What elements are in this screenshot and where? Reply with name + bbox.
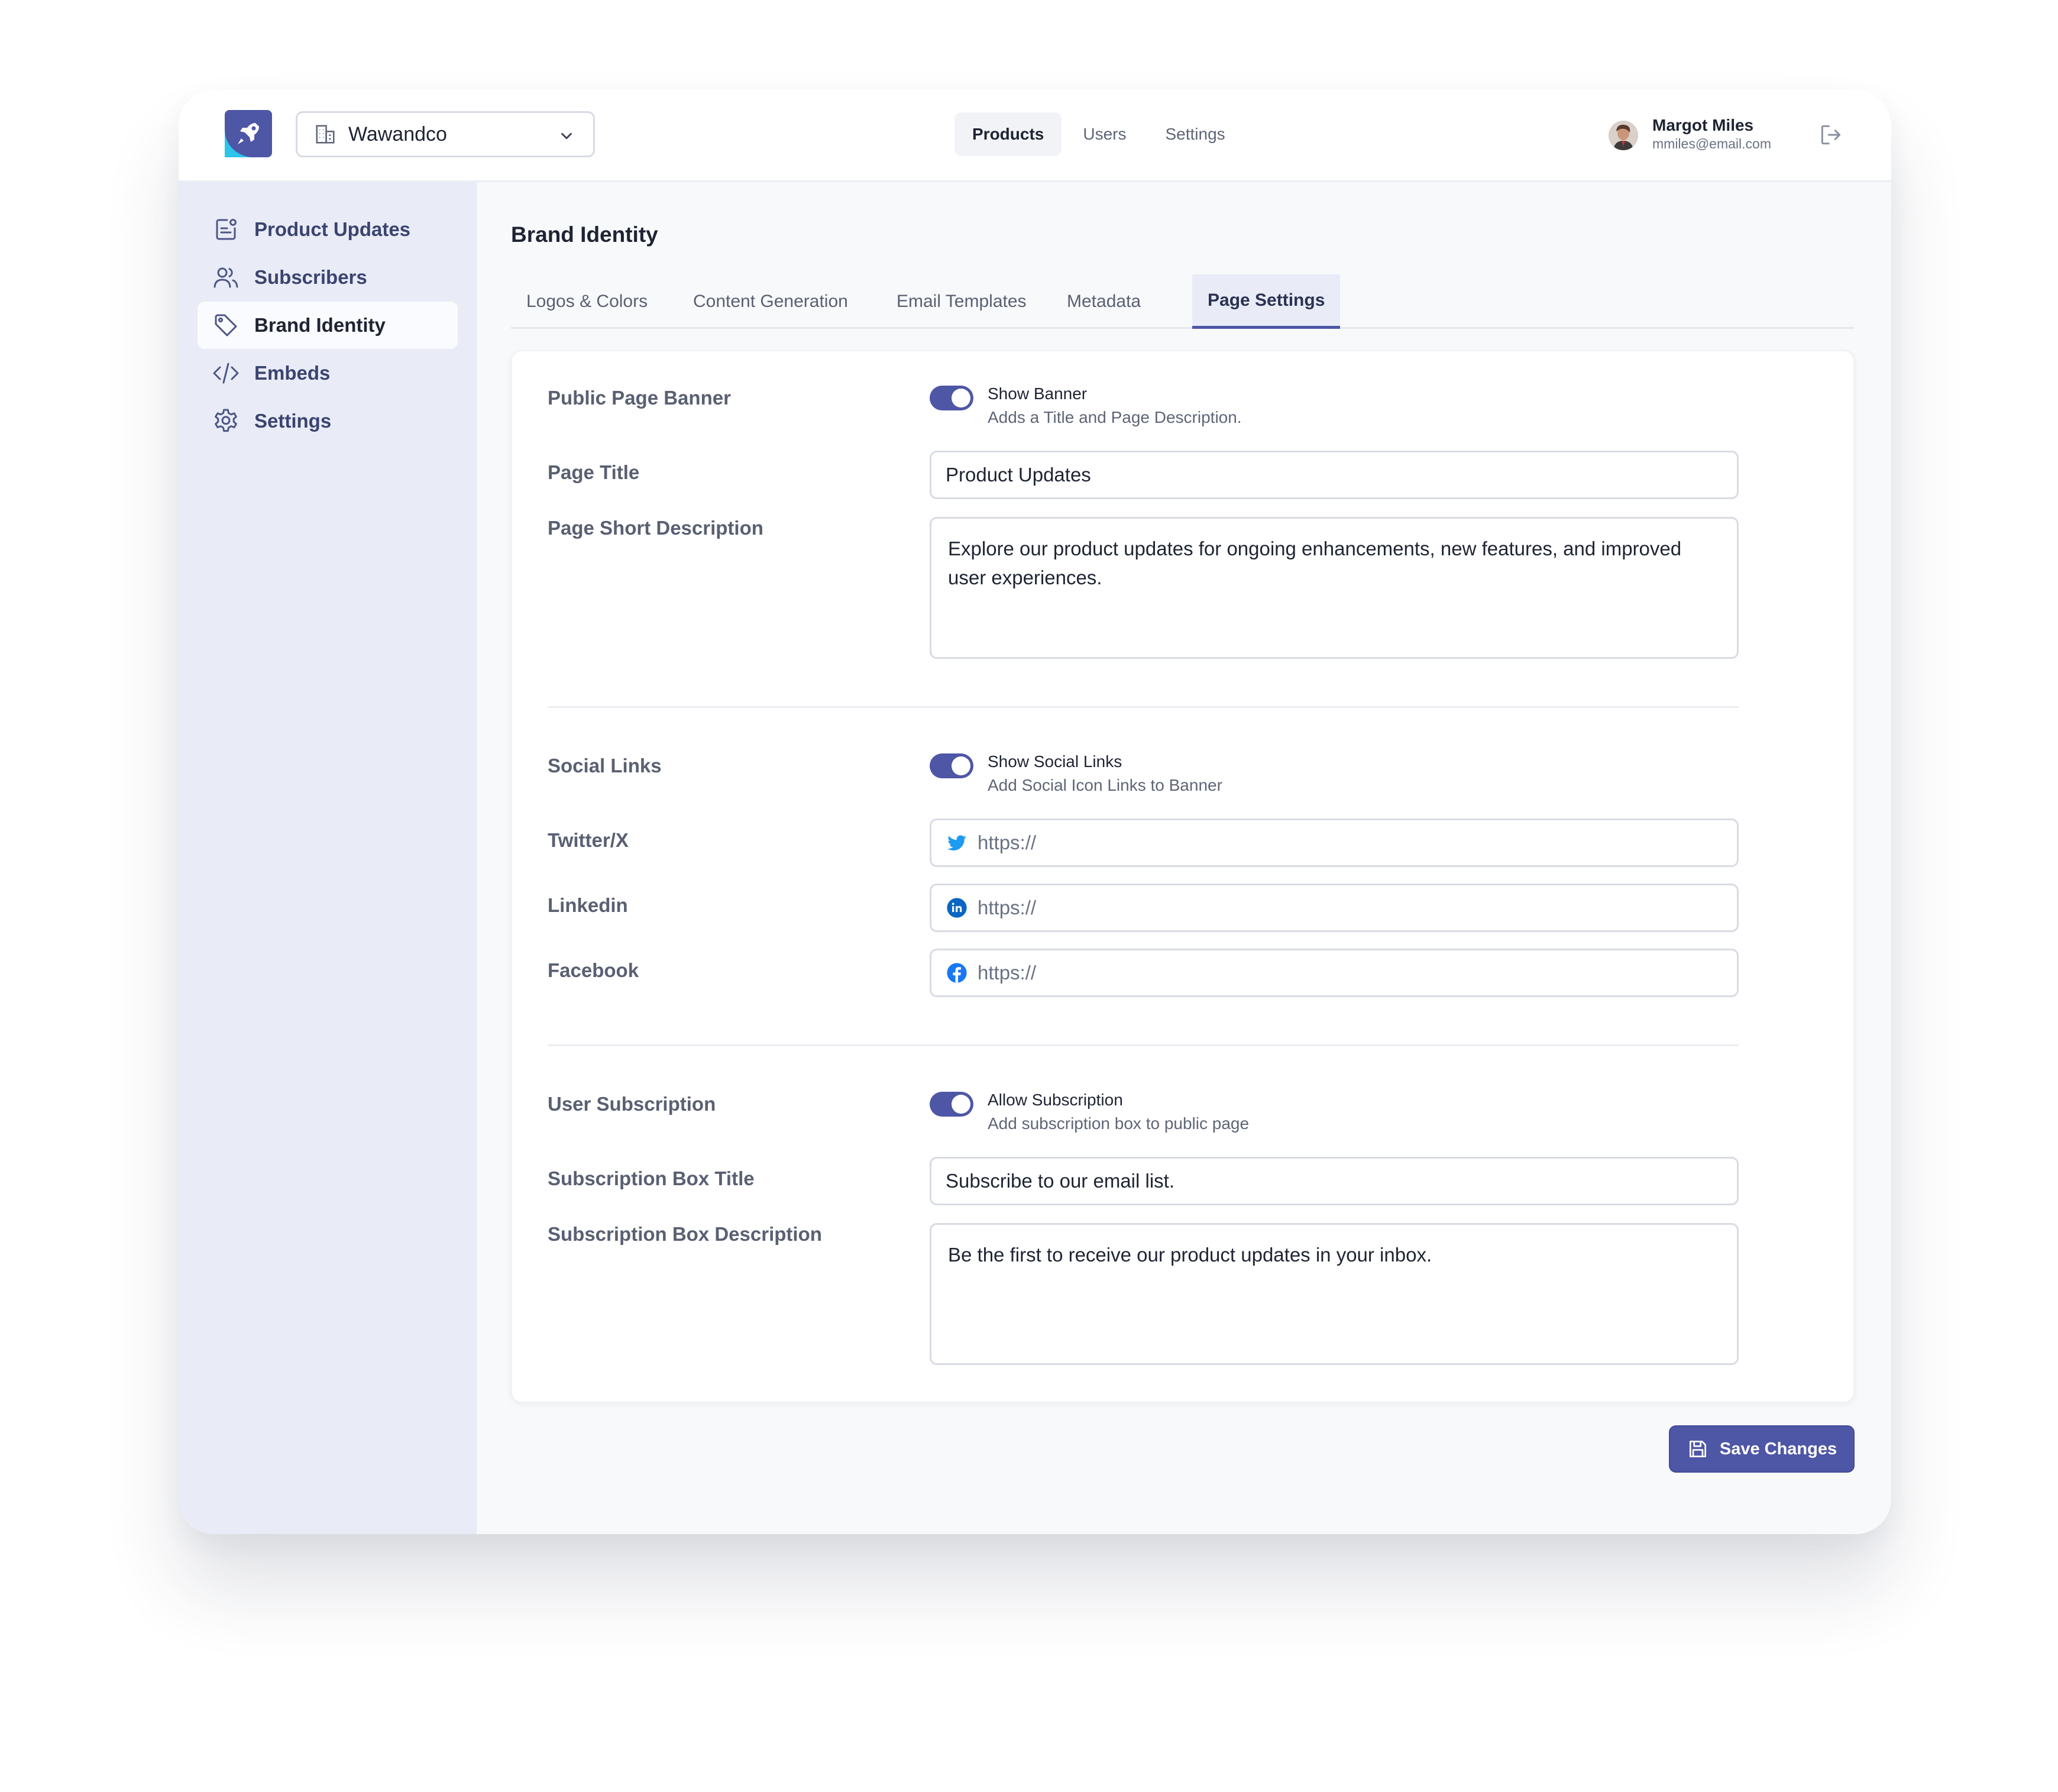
gear-icon [215, 409, 237, 432]
sidebar-item-brand-identity[interactable]: Brand Identity [198, 302, 458, 349]
section-divider [548, 706, 1739, 708]
floppy-disk-icon [1689, 1440, 1706, 1458]
page-title: Brand Identity [511, 222, 658, 247]
show-banner-subtitle: Adds a Title and Page Description. [988, 408, 1242, 426]
sidebar-item-product-updates[interactable]: Product Updates [198, 206, 458, 253]
page-title-input[interactable]: Product Updates [930, 451, 1739, 499]
nav-products[interactable]: Products [954, 112, 1062, 156]
document-icon [216, 219, 237, 240]
top-header: Wawandco Products Users Settings Margot … [179, 90, 1891, 182]
avatar[interactable] [1609, 121, 1638, 150]
show-banner-toggle[interactable] [930, 386, 973, 410]
user-email: mmiles@email.com [1652, 136, 1771, 151]
sidebar-item-label: Brand Identity [254, 314, 386, 336]
sidebar-item-embeds[interactable]: Embeds [198, 350, 458, 397]
show-social-links-subtitle: Add Social Icon Links to Banner [988, 776, 1222, 794]
rocket-logo-icon[interactable] [225, 110, 272, 157]
workspace-name: Wawandco [348, 122, 447, 145]
allow-subscription-subtitle: Add subscription box to public page [988, 1114, 1250, 1133]
show-social-links-toggle[interactable] [930, 753, 973, 778]
tab-content-generation[interactable]: Content Generation [678, 274, 863, 329]
subscription-box-title-input[interactable]: Subscribe to our email list. [930, 1157, 1739, 1205]
sidebar-item-label: Subscribers [254, 266, 367, 288]
tab-email-templates[interactable]: Email Templates [881, 274, 1042, 329]
linkedin-label: Linkedin [548, 894, 628, 916]
subscription-box-description-label: Subscription Box Description [548, 1223, 822, 1245]
users-icon [213, 267, 238, 288]
tab-bar: Logos & Colors Content Generation Email … [511, 274, 1855, 329]
tab-metadata[interactable]: Metadata [1051, 274, 1156, 329]
subscription-box-description-textarea[interactable]: Be the first to receive our product upda… [930, 1223, 1739, 1365]
public-page-banner-label: Public Page Banner [548, 387, 731, 409]
user-subscription-label: User Subscription [548, 1093, 716, 1115]
user-avatar-icon [1609, 121, 1638, 150]
top-nav: Products Users Settings [954, 111, 1247, 157]
facebook-label: Facebook [548, 959, 639, 981]
building-icon [316, 125, 335, 144]
page-title-label: Page Title [548, 461, 640, 483]
tag-icon [215, 314, 237, 337]
facebook-url-input[interactable]: https:// [930, 949, 1739, 997]
save-changes-button[interactable]: Save Changes [1669, 1425, 1855, 1473]
user-name: Margot Miles [1652, 116, 1754, 134]
linkedin-icon [947, 898, 967, 918]
twitter-label: Twitter/X [548, 829, 629, 851]
subscription-box-title-value: Subscribe to our email list. [946, 1170, 1174, 1192]
subscription-box-title-label: Subscription Box Title [548, 1167, 755, 1189]
facebook-url-placeholder: https:// [978, 962, 1037, 984]
app-window: Wawandco Products Users Settings Margot … [179, 90, 1891, 1534]
save-changes-label: Save Changes [1719, 1439, 1837, 1458]
sidebar-item-settings[interactable]: Settings [198, 397, 458, 445]
section-divider [548, 1044, 1739, 1046]
social-links-label: Social Links [548, 755, 662, 777]
workspace-select[interactable]: Wawandco [296, 111, 595, 157]
settings-card: Public Page Banner Show Banner Adds a Ti… [511, 350, 1855, 1403]
sidebar-item-subscribers[interactable]: Subscribers [198, 254, 458, 301]
show-social-links-title: Show Social Links [988, 752, 1122, 771]
tab-logos-colors[interactable]: Logos & Colors [511, 274, 663, 329]
linkedin-url-placeholder: https:// [978, 897, 1037, 918]
logout-icon[interactable] [1818, 122, 1844, 148]
sidebar-item-label: Embeds [254, 362, 331, 384]
sidebar-item-label: Settings [254, 410, 332, 432]
nav-settings[interactable]: Settings [1147, 112, 1242, 156]
sidebar-item-label: Product Updates [254, 218, 411, 240]
twitter-icon [947, 835, 966, 850]
nav-users[interactable]: Users [1065, 112, 1144, 156]
chevron-down-icon [561, 132, 572, 140]
page-short-description-label: Page Short Description [548, 517, 763, 539]
tab-page-settings[interactable]: Page Settings [1192, 274, 1341, 329]
page-title-value: Product Updates [946, 464, 1091, 486]
code-icon [213, 363, 239, 384]
sidebar: Product Updates Subscribers Brand Identi… [179, 182, 477, 1534]
allow-subscription-toggle[interactable] [930, 1092, 973, 1117]
show-banner-title: Show Banner [988, 384, 1088, 403]
allow-subscription-title: Allow Subscription [988, 1091, 1123, 1109]
twitter-url-input[interactable]: https:// [930, 819, 1739, 867]
linkedin-url-input[interactable]: https:// [930, 884, 1739, 932]
page-short-description-textarea[interactable]: Explore our product updates for ongoing … [930, 517, 1739, 659]
facebook-icon [947, 963, 967, 983]
twitter-url-placeholder: https:// [978, 832, 1037, 853]
